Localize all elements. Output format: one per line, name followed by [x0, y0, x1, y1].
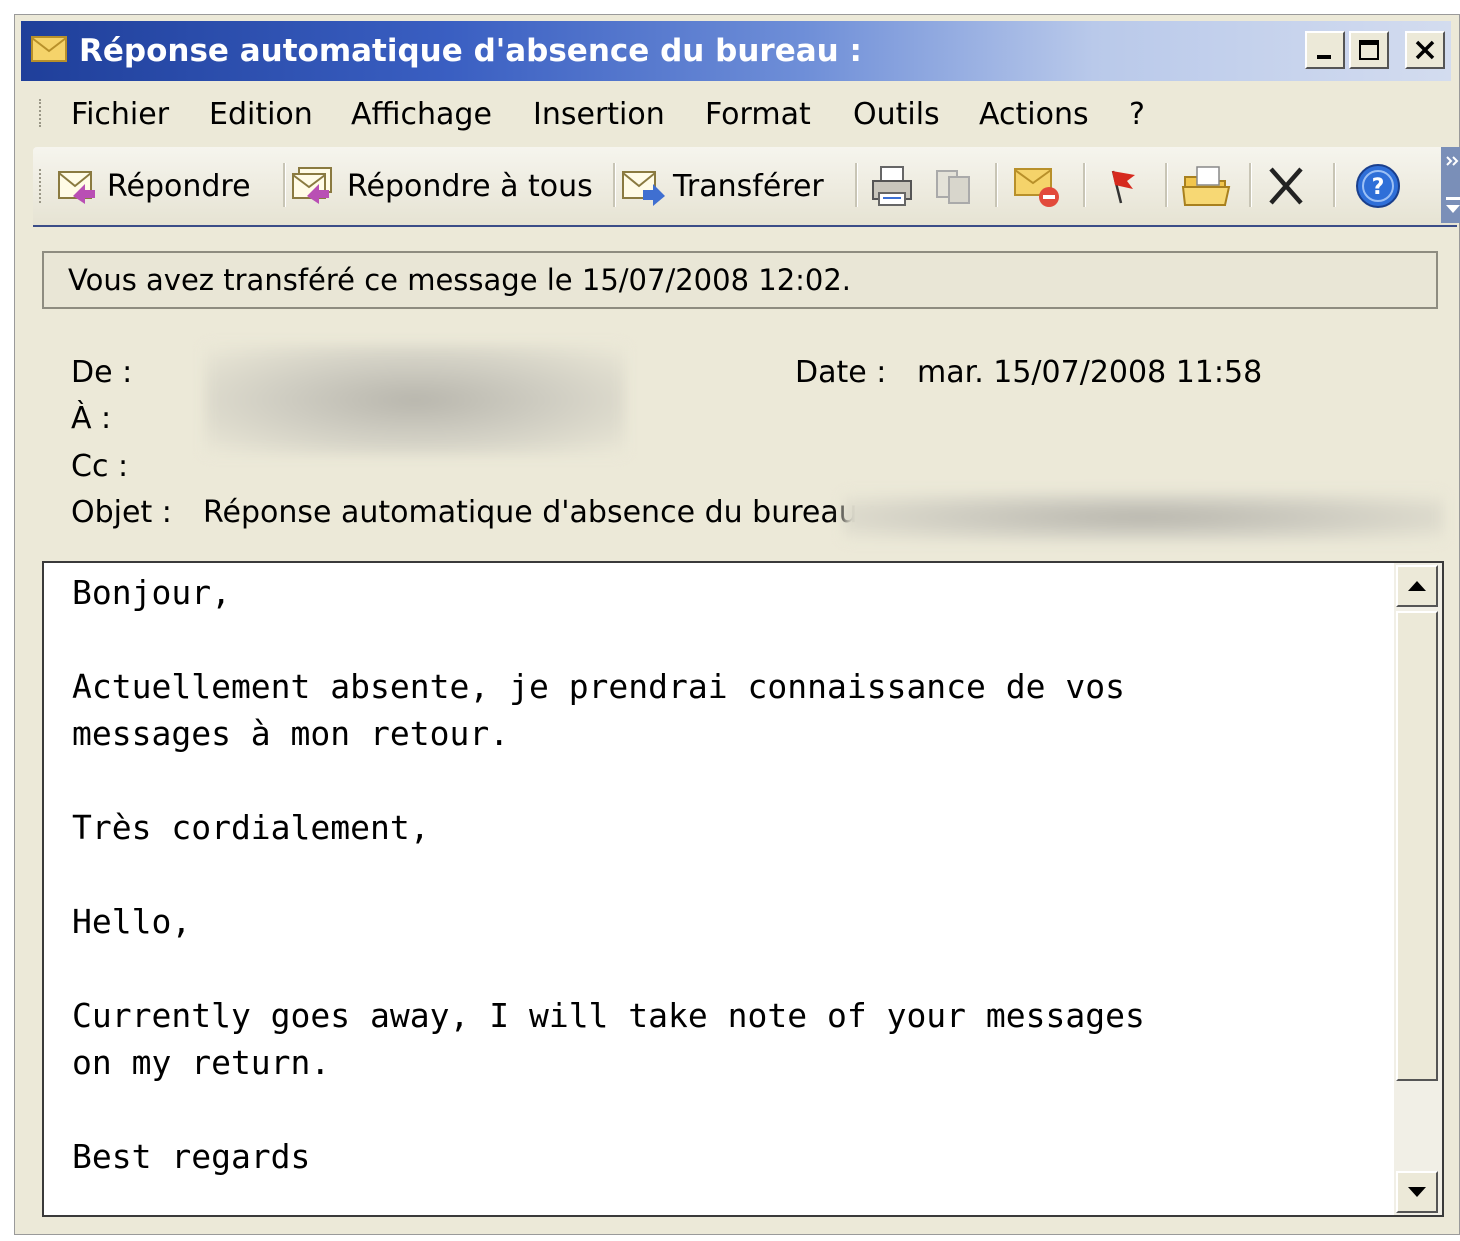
- toolbar-separator: [283, 163, 286, 207]
- scroll-down-button[interactable]: [1396, 1171, 1438, 1213]
- toolbar-separator: [1165, 163, 1168, 207]
- menu-grip[interactable]: [39, 99, 45, 127]
- message-window: Réponse automatique d'absence du bureau …: [14, 14, 1460, 1235]
- print-icon: [872, 166, 912, 206]
- toolbar-separator: [855, 163, 858, 207]
- reply-all-icon: [292, 167, 332, 204]
- menu-format[interactable]: Format: [705, 97, 811, 132]
- forward-icon: [622, 171, 665, 206]
- open-folder-button[interactable]: [1181, 157, 1233, 215]
- menu-outils[interactable]: Outils: [853, 97, 940, 132]
- print-button[interactable]: [867, 157, 917, 215]
- close-button[interactable]: [1405, 31, 1445, 69]
- toolbar-separator: [1333, 163, 1336, 207]
- info-bar-text: Vous avez transféré ce message le 15/07/…: [68, 263, 852, 297]
- toolbar-grip[interactable]: [39, 169, 45, 203]
- from-label: De :: [71, 355, 133, 390]
- date-label: Date :: [795, 355, 887, 390]
- reply-label: Répondre: [107, 168, 251, 204]
- forward-button[interactable]: Transférer: [621, 157, 824, 215]
- message-body[interactable]: Bonjour, Actuellement absente, je prendr…: [42, 561, 1444, 1217]
- flag-icon: [1111, 170, 1135, 204]
- delete-button[interactable]: [1263, 157, 1309, 215]
- toolbar-overflow-button[interactable]: [1441, 147, 1460, 223]
- follow-up-flag-button[interactable]: [1099, 157, 1145, 215]
- to-label: À :: [71, 401, 112, 436]
- maximize-icon: [1359, 40, 1379, 60]
- window-title: Réponse automatique d'absence du bureau …: [79, 33, 862, 69]
- reply-all-label: Répondre à tous: [347, 168, 593, 204]
- menu-affichage[interactable]: Affichage: [351, 97, 492, 132]
- menu-actions[interactable]: Actions: [979, 97, 1089, 132]
- maximize-button[interactable]: [1349, 31, 1389, 69]
- svg-text:?: ?: [1372, 175, 1385, 200]
- menu-help[interactable]: ?: [1129, 97, 1145, 132]
- help-icon: ?: [1356, 164, 1400, 208]
- menu-edition[interactable]: Edition: [209, 97, 313, 132]
- menu-insertion[interactable]: Insertion: [533, 97, 665, 132]
- mark-unread-button[interactable]: [1011, 157, 1065, 215]
- menu-fichier[interactable]: Fichier: [71, 97, 169, 132]
- minimize-button[interactable]: [1305, 31, 1345, 69]
- toolbar-separator: [995, 163, 998, 207]
- forward-label: Transférer: [673, 168, 824, 204]
- toolbar-separator: [1083, 163, 1086, 207]
- move-to-folder-icon: [936, 170, 970, 204]
- delete-icon: [1269, 167, 1303, 205]
- arrow-up-icon: [1408, 581, 1426, 591]
- date-value: mar. 15/07/2008 11:58: [917, 355, 1263, 390]
- reply-icon: [58, 171, 95, 204]
- vertical-scrollbar[interactable]: [1394, 563, 1442, 1215]
- scroll-thumb[interactable]: [1396, 611, 1438, 1081]
- info-bar: Vous avez transféré ce message le 15/07/…: [42, 251, 1438, 309]
- envelope-icon: [31, 36, 67, 62]
- minimize-icon: [1317, 55, 1331, 59]
- toolbar: Répondre Répondre à tous Transférer ?: [33, 147, 1460, 227]
- title-bar[interactable]: Réponse automatique d'absence du bureau …: [21, 21, 1451, 81]
- toolbar-separator: [613, 163, 616, 207]
- reply-button[interactable]: Répondre: [55, 157, 251, 215]
- redacted-sender: [205, 345, 625, 455]
- scroll-up-button[interactable]: [1396, 565, 1438, 607]
- reply-all-button[interactable]: Répondre à tous: [289, 157, 593, 215]
- help-button[interactable]: ?: [1353, 157, 1403, 215]
- chevron-down-icon: [1446, 156, 1460, 213]
- arrow-down-icon: [1408, 1187, 1426, 1197]
- subject-label: Objet :: [71, 495, 172, 530]
- open-folder-icon: [1181, 166, 1231, 206]
- toolbar-separator: [1249, 163, 1252, 207]
- subject-value: Réponse automatique d'absence du bureau …: [203, 495, 878, 530]
- redacted-subject: [843, 493, 1443, 541]
- close-icon: [1415, 40, 1435, 60]
- move-to-folder-button[interactable]: [931, 157, 981, 215]
- mark-unread-icon: [1014, 168, 1059, 207]
- message-body-text: Bonjour, Actuellement absente, je prendr…: [72, 573, 1145, 1176]
- cc-label: Cc :: [71, 449, 129, 484]
- menu-bar: Fichier Edition Affichage Insertion Form…: [21, 85, 1451, 141]
